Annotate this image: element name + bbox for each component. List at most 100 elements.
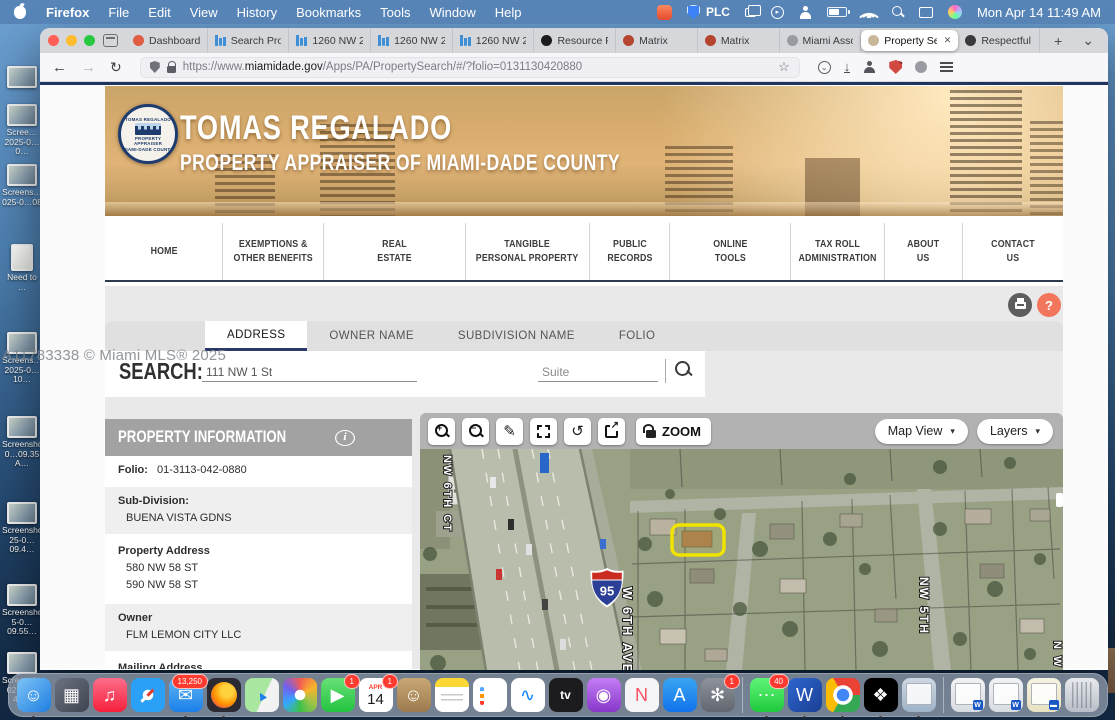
dock-icon-divider-1[interactable]	[742, 677, 743, 713]
dock-icon-freeform[interactable]: ∿	[511, 678, 545, 712]
desktop-icon-screenshot-thumb[interactable]	[2, 66, 42, 90]
user-avatar-icon[interactable]	[948, 5, 962, 19]
dock-icon-launchpad[interactable]: ▦	[55, 678, 89, 712]
menu-item[interactable]: Window	[430, 5, 476, 20]
close-window-button[interactable]	[48, 35, 59, 46]
dock-icon-contacts[interactable]: ☺	[397, 678, 431, 712]
dock-icon-app-store[interactable]: A	[663, 678, 697, 712]
map-reset-button[interactable]: ↺	[564, 418, 591, 445]
account-icon[interactable]	[863, 61, 876, 74]
back-button[interactable]: ←	[52, 59, 67, 76]
dock-icon-maps[interactable]: ▲	[245, 678, 279, 712]
dock-icon-settings[interactable]: ✻ 1	[701, 678, 735, 712]
menu-item[interactable]: History	[237, 5, 277, 20]
fast-user-switch-icon[interactable]	[799, 6, 812, 19]
desktop-icon-screenshot-6[interactable]: Screensho… 5-0…09.55…	[2, 584, 42, 637]
battery-icon[interactable]	[827, 7, 847, 17]
extension-icon[interactable]	[915, 61, 927, 73]
search-tab[interactable]: FOLIO	[597, 321, 678, 351]
map-export-button[interactable]: ↗	[598, 418, 625, 445]
dock-icon-podcasts[interactable]: ◉	[587, 678, 621, 712]
search-tab[interactable]: OWNER NAME	[307, 321, 436, 351]
wifi-icon[interactable]	[862, 7, 877, 18]
dock-icon-photos[interactable]	[283, 678, 317, 712]
address-bar[interactable]: https://www.miamidade.gov/Apps/PA/Proper…	[140, 57, 800, 78]
lock-icon[interactable]	[167, 66, 176, 73]
menu-item[interactable]: View	[190, 5, 218, 20]
tab-close-icon[interactable]: ✕	[944, 35, 952, 46]
info-icon[interactable]: i	[335, 430, 355, 446]
reload-button[interactable]: ↻	[110, 59, 122, 76]
bookmark-star-icon[interactable]: ☆	[778, 59, 790, 75]
dock-icon-minimized-window-1[interactable]: W	[951, 678, 985, 712]
browser-tab-matrix-1[interactable]: Matrix	[616, 28, 698, 53]
map-zoom-out-button[interactable]: −	[462, 418, 489, 445]
dock-icon-word[interactable]: W	[788, 678, 822, 712]
menu-item[interactable]: Bookmarks	[296, 5, 361, 20]
downloads-icon[interactable]: ↓	[844, 61, 851, 73]
nav-item[interactable]: HOME	[105, 223, 223, 280]
desktop-icon-screenshot-4[interactable]: Screenshot 0…09.35 A…	[2, 416, 42, 469]
url-text[interactable]: https://www.miamidade.gov/Apps/PA/Proper…	[183, 61, 771, 73]
menu-item[interactable]: File	[108, 5, 129, 20]
browser-tab-1260-nw-29th-1[interactable]: 1260 NW 29th S	[289, 28, 371, 53]
address-search-input[interactable]	[202, 363, 417, 382]
browser-tab-dashboard[interactable]: Dashboard - Fol	[126, 28, 208, 53]
tracking-shield-icon[interactable]	[150, 61, 160, 73]
spotlight-icon[interactable]	[892, 6, 904, 18]
dock-icon-apple-tv[interactable]: tv	[549, 678, 583, 712]
dock-icon-tidal[interactable]: ❖	[864, 678, 898, 712]
dock-icon-calendar[interactable]: APR 14 1	[359, 678, 393, 712]
search-tab[interactable]: SUBDIVISION NAME	[436, 321, 597, 351]
browser-tab-matrix-2[interactable]: Matrix	[698, 28, 780, 53]
dock-icon-news[interactable]: N	[625, 678, 659, 712]
help-button[interactable]: ?	[1037, 293, 1061, 317]
dock-icon-messages[interactable]: ⋯ 40	[750, 678, 784, 712]
dock-icon-reminders[interactable]	[473, 678, 507, 712]
menu-item[interactable]: Tools	[380, 5, 410, 20]
browser-tab-1260-nw-29th-2[interactable]: 1260 NW 29th S	[371, 28, 453, 53]
layers-dropdown[interactable]: Layers▾	[977, 419, 1053, 444]
dock-icon-preview-window[interactable]	[902, 678, 936, 712]
desktop-icon-screenshot-2[interactable]: Screens… 025-0…08	[2, 164, 42, 207]
new-tab-button[interactable]: +	[1048, 33, 1068, 49]
dock-icon-mail[interactable]: ✉ 13,250	[169, 678, 203, 712]
dock-icon-safari[interactable]	[131, 678, 165, 712]
desktop-icon-screenshot-5[interactable]: Screensho… 25-0…09.4…	[2, 502, 42, 555]
plc-shield-icon[interactable]	[687, 5, 700, 20]
suite-input[interactable]	[538, 363, 658, 382]
browser-tab-property-search[interactable]: Property Sear ✕	[861, 30, 958, 51]
stage-manager-icon[interactable]	[745, 8, 756, 17]
browser-tab-search-properties[interactable]: Search Properti	[208, 28, 290, 53]
control-center-icon[interactable]	[919, 7, 933, 18]
nav-item[interactable]: ABOUTUS	[885, 223, 964, 280]
menubar-app-icon[interactable]	[657, 5, 672, 20]
map-zoom-in-button[interactable]: +	[428, 418, 455, 445]
nav-item[interactable]: ONLINETOOLS	[670, 223, 790, 280]
menu-item[interactable]: Help	[495, 5, 522, 20]
dock-icon-facetime[interactable]: ▶ 1	[321, 678, 355, 712]
dock-icon-firefox[interactable]	[207, 678, 241, 712]
nav-item[interactable]: PUBLICRECORDS	[590, 223, 671, 280]
tab-overview-icon[interactable]	[103, 34, 118, 47]
menu-item[interactable]: Firefox	[46, 5, 89, 20]
dock-icon-minimized-window-2[interactable]: W	[989, 678, 1023, 712]
tab-list-button[interactable]: ⌄	[1076, 32, 1100, 49]
aerial-map[interactable]: 95 NW 6TH CT W 6TH AVE NW 5TH N W	[420, 449, 1063, 670]
desktop-icon-screenshot-1[interactable]: Scree… 2025-0…0…	[2, 104, 42, 157]
search-icon[interactable]	[675, 361, 693, 379]
pocket-icon[interactable]: ⌄	[818, 61, 831, 74]
forward-button[interactable]: →	[81, 59, 96, 76]
map-view-dropdown[interactable]: Map View▾	[875, 419, 968, 444]
apple-icon[interactable]	[14, 6, 26, 19]
desktop-icon-need-to-doc[interactable]: Need to …	[2, 244, 42, 292]
nav-item[interactable]: TAX ROLLADMINISTRATION	[791, 223, 885, 280]
nav-item[interactable]: EXEMPTIONS &OTHER BENEFITS	[223, 223, 324, 280]
browser-tab-miami-association[interactable]: Miami Associati	[780, 28, 862, 53]
map-zoom-lock-button[interactable]: ZOOM	[636, 418, 711, 445]
dock-icon-notes[interactable]	[435, 678, 469, 712]
zoom-window-button[interactable]	[84, 35, 95, 46]
ublock-extension-icon[interactable]: 1	[889, 60, 902, 74]
nav-item[interactable]: CONTACTUS	[963, 223, 1063, 280]
nav-item[interactable]: REALESTATE	[324, 223, 466, 280]
